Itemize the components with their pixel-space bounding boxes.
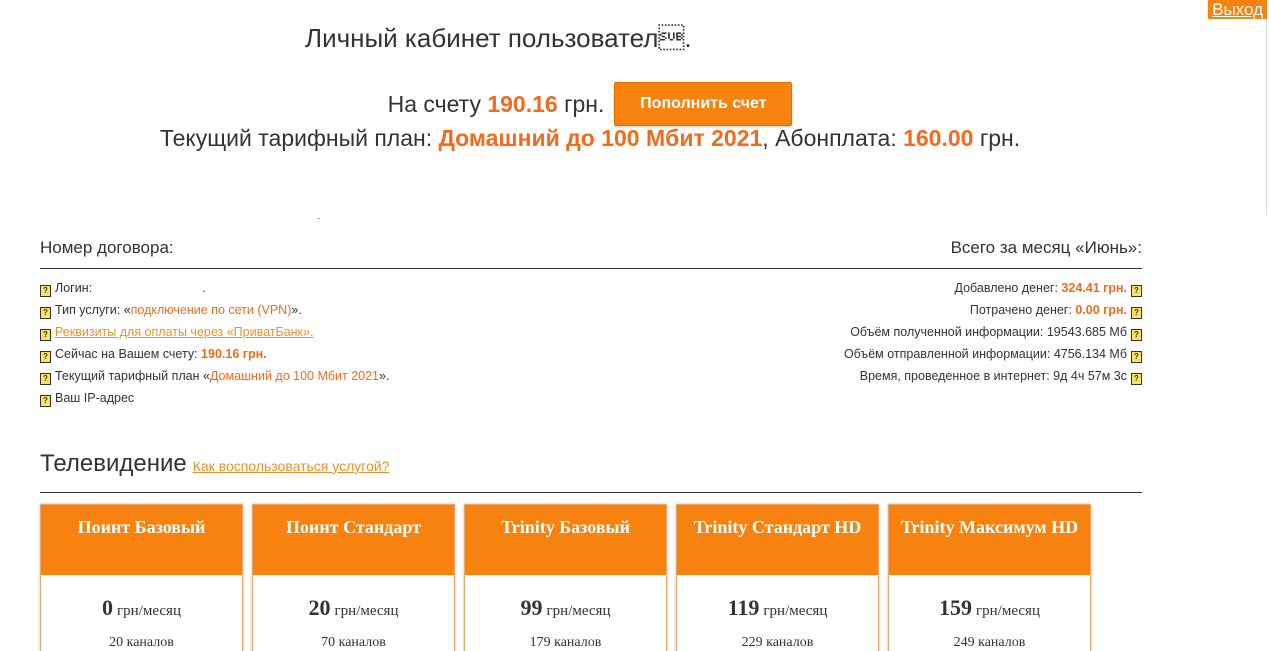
fee-unit: грн. <box>979 125 1021 151</box>
contract-number-label: Номер договора: <box>40 238 174 257</box>
account-info-list: ? Логин:. ? Тип услуги: «подключение по се… <box>40 280 600 412</box>
topup-button[interactable]: Пополнить счет <box>614 82 793 126</box>
user-cabinet-page: Выход Личный кабинет пользовател. На сч… <box>0 0 1269 651</box>
service-label: Тип услуги: « <box>55 303 131 317</box>
price-value: 20 <box>308 595 331 620</box>
online-time-label: Время, проведенное в интернет: 9д 4ч 57м… <box>859 369 1127 383</box>
help-icon[interactable]: ? <box>40 373 51 385</box>
separator-dot <box>318 218 320 219</box>
fee-prefix: , Абонплата: <box>762 125 897 151</box>
month-total-label: Всего за месяц «Июнь»: <box>950 238 1142 257</box>
service-value: подключение по сети (VPN) <box>130 303 292 317</box>
account-label: Сейчас на Вашем счету: <box>55 347 198 361</box>
fee-value: 160.00 <box>903 125 974 151</box>
price-unit: грн/месяц <box>546 603 611 619</box>
help-icon[interactable]: ? <box>40 329 51 341</box>
card-channels: 20 каналов <box>109 635 174 650</box>
contract-header: Номер договора: Всего за месяц «Июнь»: <box>40 238 1142 269</box>
added-money-row: Добавлено денег: 324.41 грн.? <box>582 280 1142 302</box>
login-row: ? Логин:. <box>40 280 600 302</box>
requisites-row: ? Реквизиты для оплаты через «ПриватБанк»… <box>40 324 600 346</box>
balance-unit: грн. <box>564 90 605 117</box>
plan-line: Текущий тарифный план: Домашний до 100 М… <box>0 125 1180 152</box>
card-price: 119 грн/месяц <box>677 595 878 621</box>
price-unit: грн/месяц <box>117 603 181 619</box>
plan-name: Домашний до 100 Мбит 2021 <box>438 125 763 151</box>
ip-row: ? Ваш IP-адрес <box>40 390 600 412</box>
account-value: 190.16 грн. <box>201 347 267 361</box>
help-icon[interactable]: ? <box>40 285 51 297</box>
spent-money-row: Потрачено денег: 0.00 грн.? <box>582 302 1142 324</box>
card-channels: 249 каналов <box>953 635 1026 650</box>
login-value: . <box>202 281 206 295</box>
card-price: 20 грн/месяц <box>253 595 454 621</box>
page-title: Личный кабинет пользовател. <box>305 23 692 53</box>
balance-value: 190.16 <box>487 90 558 117</box>
tv-title: Телевидение <box>40 450 187 477</box>
ip-label: Ваш IP-адрес <box>55 391 135 405</box>
received-label: Объём полученной информации: 19543.685 М… <box>850 325 1127 339</box>
plan-prefix: Текущий тарифный план: <box>159 125 433 151</box>
tv-plan-card[interactable]: Поинт Базовый 0 грн/месяц 20 каналов <box>40 504 243 651</box>
balance-prefix: На счету <box>387 90 481 117</box>
card-name: Поинт Базовый <box>41 505 242 575</box>
card-name: Trinity Максимум HD <box>889 505 1090 575</box>
card-price: 99 грн/месяц <box>465 595 666 621</box>
price-unit: грн/месяц <box>976 603 1040 619</box>
price-unit: грн/месяц <box>334 603 399 619</box>
received-traffic-row: Объём полученной информации: 19543.685 М… <box>582 324 1142 346</box>
help-icon[interactable]: ? <box>1131 307 1142 319</box>
help-icon[interactable]: ? <box>1131 285 1142 297</box>
spent-label: Потрачено денег: <box>969 303 1072 317</box>
tv-section-header: Телевидение Как воспользоваться услугой? <box>40 450 1142 493</box>
online-time-row: Время, проведенное в интернет: 9д 4ч 57м… <box>582 368 1142 390</box>
help-icon[interactable]: ? <box>40 395 51 407</box>
tariff-value: Домашний до 100 Мбит 2021 <box>209 369 380 383</box>
card-name: Поинт Стандарт <box>253 505 454 575</box>
help-icon[interactable]: ? <box>40 351 51 363</box>
spent-value: 0.00 грн. <box>1075 303 1127 317</box>
added-value: 324.41 грн. <box>1061 281 1127 295</box>
sent-traffic-row: Объём отправленной информации: 4756.134 … <box>582 346 1142 368</box>
price-value: 99 <box>520 595 543 620</box>
logout-link[interactable]: Выход <box>1208 0 1267 19</box>
card-channels: 70 каналов <box>321 635 386 650</box>
card-name: Trinity Стандарт HD <box>677 505 878 575</box>
price-value: 0 <box>102 595 114 620</box>
sent-label: Объём отправленной информации: 4756.134 … <box>843 347 1127 361</box>
tv-plan-card[interactable]: Поинт Стандарт 20 грн/месяц 70 каналов <box>252 504 455 651</box>
help-icon[interactable]: ? <box>1131 373 1142 385</box>
price-unit: грн/месяц <box>763 603 828 619</box>
tv-plan-card[interactable]: Trinity Максимум HD 159 грн/месяц 249 ка… <box>888 504 1091 651</box>
right-border-line <box>1266 0 1267 215</box>
tariff-suffix: ». <box>379 369 390 383</box>
help-icon[interactable]: ? <box>1131 351 1142 363</box>
tv-plan-card[interactable]: Trinity Стандарт HD 119 грн/месяц 229 ка… <box>676 504 879 651</box>
added-label: Добавлено денег: <box>954 281 1058 295</box>
tv-help-link[interactable]: Как воспользоваться услугой? <box>193 458 390 474</box>
help-icon[interactable]: ? <box>1131 329 1142 341</box>
tariff-row: ? Текущий тарифный план «Домашний до 100 … <box>40 368 600 390</box>
requisites-link[interactable]: Реквизиты для оплаты через «ПриватБанк». <box>55 325 313 339</box>
price-value: 119 <box>727 595 760 620</box>
card-channels: 229 каналов <box>741 635 814 650</box>
month-stats-list: Добавлено денег: 324.41 грн.? Потрачено … <box>582 280 1142 390</box>
balance-line: На счету 190.16 грн. Пополнить счет <box>0 82 1180 126</box>
help-icon[interactable]: ? <box>40 307 51 319</box>
login-label: Логин: <box>55 281 93 295</box>
tv-plan-card[interactable]: Trinity Базовый 99 грн/месяц 179 каналов <box>464 504 667 651</box>
service-suffix: ». <box>291 303 302 317</box>
card-price: 159 грн/месяц <box>889 595 1090 621</box>
card-price: 0 грн/месяц <box>41 595 242 621</box>
tariff-label: Текущий тарифный план « <box>55 369 210 383</box>
price-value: 159 <box>939 595 973 620</box>
account-balance-row: ? Сейчас на Вашем счету: 190.16 грн. <box>40 346 600 368</box>
card-name: Trinity Базовый <box>465 505 666 575</box>
service-row: ? Тип услуги: «подключение по сети (VPN)»… <box>40 302 600 324</box>
card-channels: 179 каналов <box>529 635 602 650</box>
